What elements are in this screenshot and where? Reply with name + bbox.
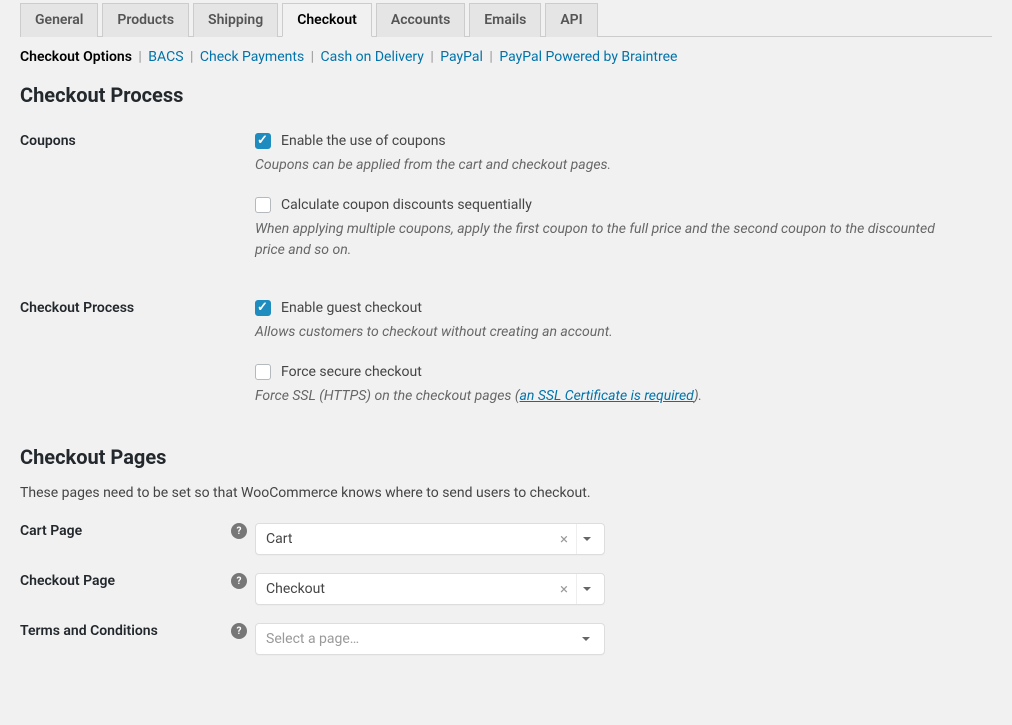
select-cart-page-value: Cart [266,531,556,547]
checkbox-force-secure[interactable] [255,364,271,380]
help-icon[interactable] [231,573,247,589]
chevron-down-icon[interactable] [576,524,596,554]
checkout-subnav: Checkout Options | BACS | Check Payments… [20,49,992,65]
select-checkout-page-value: Checkout [266,581,556,597]
tab-api[interactable]: API [545,3,597,37]
tab-products[interactable]: Products [102,3,189,37]
tab-emails[interactable]: Emails [469,3,541,37]
label-cart-page: Cart Page [20,523,82,539]
settings-tabs: GeneralProductsShippingCheckoutAccountsE… [20,0,992,37]
subnav-checkout-options[interactable]: Checkout Options [20,49,132,65]
hint-guest-checkout: Allows customers to checkout without cre… [255,322,955,344]
help-icon[interactable] [231,523,247,539]
label-coupons: Coupons [20,133,255,149]
checkbox-enable-coupons-label: Enable the use of coupons [281,133,446,149]
subnav-bacs[interactable]: BACS [148,49,183,65]
checkbox-sequential-discounts-label: Calculate coupon discounts sequentially [281,197,532,213]
checkbox-sequential-discounts[interactable] [255,197,271,213]
select-terms-page-value: Select a page… [266,631,572,647]
select-checkout-page[interactable]: Checkout × [255,573,605,605]
checkbox-guest-checkout-label: Enable guest checkout [281,300,422,316]
checkbox-enable-coupons[interactable] [255,133,271,149]
subnav-paypal-powered-by-braintree[interactable]: PayPal Powered by Braintree [499,49,677,65]
section-checkout-pages-desc: These pages need to be set so that WooCo… [20,485,992,501]
checkbox-force-secure-label: Force secure checkout [281,364,422,380]
help-icon[interactable] [231,623,247,639]
tab-shipping[interactable]: Shipping [193,3,278,37]
link-ssl-certificate[interactable]: an SSL Certificate is required [520,388,694,404]
select-cart-page[interactable]: Cart × [255,523,605,555]
subnav-check-payments[interactable]: Check Payments [200,49,304,65]
hint-force-secure: Force SSL (HTTPS) on the checkout pages … [255,386,955,408]
chevron-down-icon[interactable] [576,574,596,604]
tab-checkout[interactable]: Checkout [282,3,372,37]
hint-enable-coupons: Coupons can be applied from the cart and… [255,155,955,177]
tab-general[interactable]: General [20,3,98,37]
tab-accounts[interactable]: Accounts [376,3,465,37]
subnav-paypal[interactable]: PayPal [440,49,483,65]
clear-icon[interactable]: × [556,580,572,598]
section-checkout-process-title: Checkout Process [20,83,992,107]
label-terms-conditions: Terms and Conditions [20,623,158,639]
chevron-down-icon[interactable] [576,624,596,654]
select-terms-page[interactable]: Select a page… [255,623,605,655]
checkbox-guest-checkout[interactable] [255,300,271,316]
label-checkout-page: Checkout Page [20,573,115,589]
section-checkout-pages-title: Checkout Pages [20,445,992,469]
label-checkout-process: Checkout Process [20,300,255,316]
subnav-cash-on-delivery[interactable]: Cash on Delivery [321,49,424,65]
clear-icon[interactable]: × [556,530,572,548]
hint-sequential-discounts: When applying multiple coupons, apply th… [255,219,955,262]
